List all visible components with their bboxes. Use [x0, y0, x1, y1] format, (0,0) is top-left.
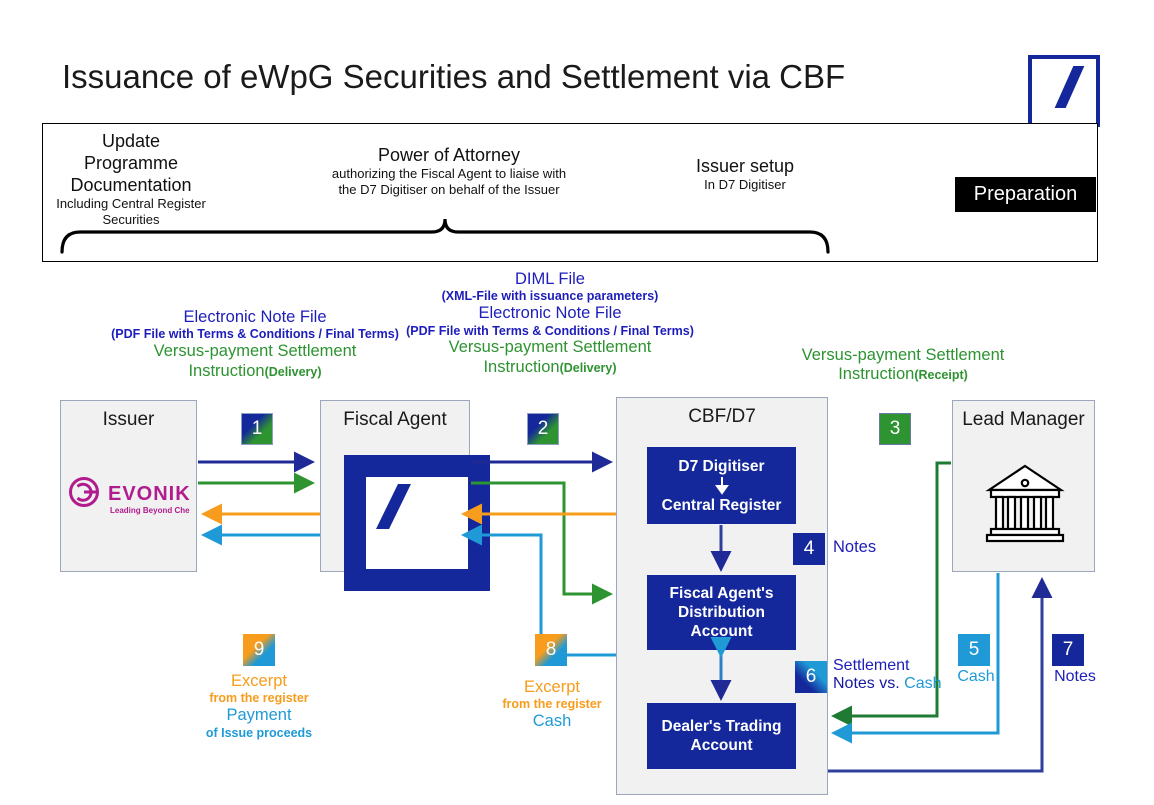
label-notes-vs: Notes vs. [833, 674, 900, 692]
account-fiscal-agents-distribution-account[interactable]: Fiscal Agent's Distribution Account [647, 575, 796, 650]
entity-issuer-title: Issuer [102, 409, 155, 430]
svg-text:EVONIK: EVONIK [108, 483, 190, 505]
step-badge-5[interactable]: 5 [958, 634, 990, 666]
evonik-logo: EVONIK Leading Beyond Chemistry [68, 475, 214, 517]
label-instruction-qualifier: (Receipt) [914, 368, 968, 383]
deutsche-bank-logo-fiscal-agent [344, 455, 490, 591]
label-excerpt-sub: from the register [209, 691, 309, 706]
step-4-label: Notes [833, 538, 913, 558]
label-notes: Notes [1054, 668, 1096, 685]
label-cash: Cash [532, 712, 572, 731]
label-excerpt: Excerpt [231, 672, 287, 690]
account-line: Distribution [678, 604, 765, 621]
prep-line: Issuer setup [695, 156, 795, 176]
prep-subline: In D7 Digitiser [704, 177, 786, 192]
bank-building-icon [982, 460, 1068, 546]
label-payment: Payment [226, 706, 292, 725]
account-dealers-trading-account[interactable]: Dealer's Trading Account [647, 703, 796, 769]
label-instruction-delivery: Instruction(Delivery) [395, 358, 705, 378]
label-excerpt-sub: from the register [502, 697, 602, 712]
account-line: Fiscal Agent's [669, 585, 774, 602]
flow-label-right: Versus-payment Settlement Instruction(Re… [748, 346, 1058, 385]
prep-subline: authorizing the Fiscal Agent to liaise w… [331, 166, 567, 181]
flow-label-middle: DIML File (XML-File with issuance parame… [395, 270, 705, 378]
label-cash: Cash [957, 668, 995, 685]
label-instruction: Instruction [483, 357, 560, 376]
prep-column-power-of-attorney: Power of Attorney authorizing the Fiscal… [318, 144, 580, 198]
svg-text:Leading Beyond Chemistry: Leading Beyond Chemistry [110, 506, 190, 515]
prep-line: Power of Attorney [377, 145, 521, 165]
account-line: Account [690, 623, 753, 640]
prep-column-issuer-setup: Issuer setup In D7 Digitiser [620, 155, 870, 193]
label-instruction-receipt: Instruction(Receipt) [748, 365, 1058, 385]
label-electronic-note-file-sub: (PDF File with Terms & Conditions / Fina… [406, 323, 694, 338]
label-cash: Cash [904, 674, 942, 692]
prep-line: Update [101, 131, 161, 151]
label-settlement: Settlement [833, 657, 910, 674]
label-versus-payment-settlement: Versus-payment Settlement [153, 342, 357, 361]
step-badge-2[interactable]: 2 [527, 413, 559, 445]
step-6-label: Settlement Notes vs. Cash [833, 657, 948, 692]
step-badge-1[interactable]: 1 [241, 413, 273, 445]
deutsche-bank-logo-header [1028, 55, 1100, 127]
label-instruction: Instruction [838, 365, 915, 384]
label-instruction-delivery: Instruction(Delivery) [90, 362, 420, 382]
step-8-label: Excerpt from the register Cash [477, 678, 627, 732]
page-title: Issuance of eWpG Securities and Settleme… [62, 58, 846, 95]
label-settlement-sub: Notes vs. Cash [833, 675, 948, 693]
account-line: Dealer's Trading [661, 718, 782, 735]
label-electronic-note-file: Electronic Note File [183, 308, 327, 326]
label-diml-file: DIML File [515, 270, 585, 288]
entity-lead-manager-title: Lead Manager [962, 409, 1085, 430]
prep-subline: the D7 Digitiser on behalf of the Issuer [338, 182, 560, 197]
preparation-stage-badge: Preparation [955, 177, 1096, 212]
label-notes: Notes [833, 538, 877, 556]
step-badge-7[interactable]: 7 [1052, 634, 1084, 666]
account-line: Central Register [661, 496, 782, 514]
label-electronic-note-file-sub: (PDF File with Terms & Conditions / Fina… [111, 327, 399, 342]
label-versus-payment-settlement: Versus-payment Settlement [448, 338, 652, 357]
label-versus-payment-settlement: Versus-payment Settlement [801, 346, 1005, 364]
label-electronic-note-file: Electronic Note File [478, 304, 622, 323]
label-diml-file-sub: (XML-File with issuance parameters) [441, 289, 659, 304]
prep-column-update-programme: Update Programme Documentation Including… [52, 130, 210, 228]
account-line: Account [690, 737, 753, 754]
account-d7-digitiser-central-register[interactable]: D7 Digitiser Central Register [647, 447, 796, 524]
step-9-label: Excerpt from the register Payment of Iss… [184, 672, 334, 740]
entity-cbf-d7-title: CBF/D7 [688, 406, 756, 427]
down-arrow-icon [714, 476, 729, 495]
step-badge-6[interactable]: 6 [795, 661, 827, 693]
flow-label-left: Electronic Note File (PDF File with Term… [90, 308, 420, 382]
label-instruction-qualifier: (Delivery) [559, 360, 617, 375]
step-5-label: Cash [941, 668, 1011, 686]
prep-subline: Securities [102, 212, 160, 227]
step-7-label: Notes [1035, 668, 1115, 686]
step-badge-4[interactable]: 4 [793, 533, 825, 565]
label-instruction: Instruction [188, 361, 265, 380]
account-line: D7 Digitiser [678, 457, 765, 475]
step-badge-3[interactable]: 3 [879, 413, 911, 445]
step-badge-9[interactable]: 9 [243, 634, 275, 666]
label-instruction-qualifier: (Delivery) [264, 364, 322, 379]
prep-subline: Including Central Register [56, 196, 206, 211]
step-badge-8[interactable]: 8 [535, 634, 567, 666]
label-payment-sub: of Issue proceeds [205, 725, 313, 740]
entity-fiscal-agent-title: Fiscal Agent [343, 409, 447, 430]
prep-line: Documentation [70, 175, 192, 195]
prep-line: Programme [83, 153, 179, 173]
label-excerpt: Excerpt [524, 678, 580, 696]
